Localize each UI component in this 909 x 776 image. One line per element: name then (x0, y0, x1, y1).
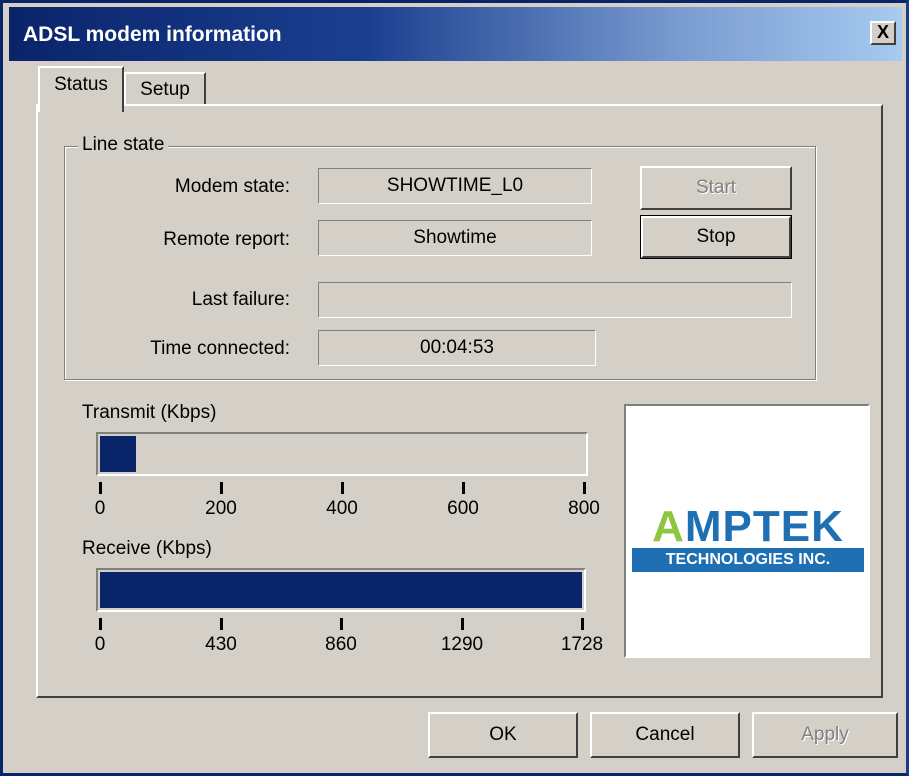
tab-status-label: Status (54, 74, 108, 95)
start-button[interactable]: Start (640, 166, 792, 210)
receive-meter-fill (100, 572, 582, 608)
close-button[interactable]: X (870, 21, 896, 45)
receive-tick (581, 618, 584, 630)
ok-button[interactable]: OK (428, 712, 578, 758)
transmit-tick (220, 482, 223, 494)
tab-setup-label: Setup (140, 79, 190, 100)
receive-tick-label: 0 (94, 634, 106, 655)
logo-wordmark: AMPTEK (652, 502, 844, 551)
tab-status[interactable]: Status (38, 66, 124, 112)
transmit-label: Transmit (Kbps) (82, 402, 217, 423)
receive-tick-label: 1290 (440, 634, 484, 655)
remote-report-label: Remote report: (163, 229, 290, 250)
receive-tick-label: 1728 (560, 634, 604, 655)
transmit-meter (96, 432, 588, 476)
modem-state-label: Modem state: (174, 176, 290, 197)
receive-tick (340, 618, 343, 630)
receive-meter (96, 568, 586, 612)
remote-report-field: Showtime (318, 220, 592, 256)
title-bar[interactable]: ADSL modem information X (9, 7, 902, 61)
line-state-group-label: Line state (78, 134, 169, 156)
time-connected-field: 00:04:53 (318, 330, 596, 366)
window-title: ADSL modem information (23, 23, 282, 46)
receive-tick-label: 860 (325, 634, 357, 655)
modem-state-field: SHOWTIME_L0 (318, 168, 592, 204)
tab-setup[interactable]: Setup (124, 72, 206, 106)
transmit-tick-label: 200 (205, 498, 237, 519)
receive-tick-label: 430 (205, 634, 237, 655)
transmit-tick (462, 482, 465, 494)
transmit-tick-label: 800 (568, 498, 600, 519)
transmit-tick-label: 400 (326, 498, 358, 519)
stop-button[interactable]: Stop (640, 215, 792, 259)
transmit-tick (583, 482, 586, 494)
receive-tick (461, 618, 464, 630)
apply-button[interactable]: Apply (752, 712, 898, 758)
transmit-tick-label: 0 (94, 498, 106, 519)
receive-tick (220, 618, 223, 630)
transmit-meter-fill (100, 436, 136, 472)
last-failure-label: Last failure: (191, 289, 290, 310)
transmit-tick-label: 600 (447, 498, 479, 519)
last-failure-field (318, 282, 792, 318)
close-icon: X (876, 22, 889, 42)
transmit-tick (99, 482, 102, 494)
time-connected-label: Time connected: (150, 338, 290, 359)
logo-subtitle: TECHNOLOGIES INC. (632, 548, 864, 572)
cancel-button[interactable]: Cancel (590, 712, 740, 758)
receive-label: Receive (Kbps) (82, 538, 212, 559)
receive-tick (99, 618, 102, 630)
transmit-tick (341, 482, 344, 494)
vendor-logo: AMPTEK TECHNOLOGIES INC. (624, 404, 870, 658)
